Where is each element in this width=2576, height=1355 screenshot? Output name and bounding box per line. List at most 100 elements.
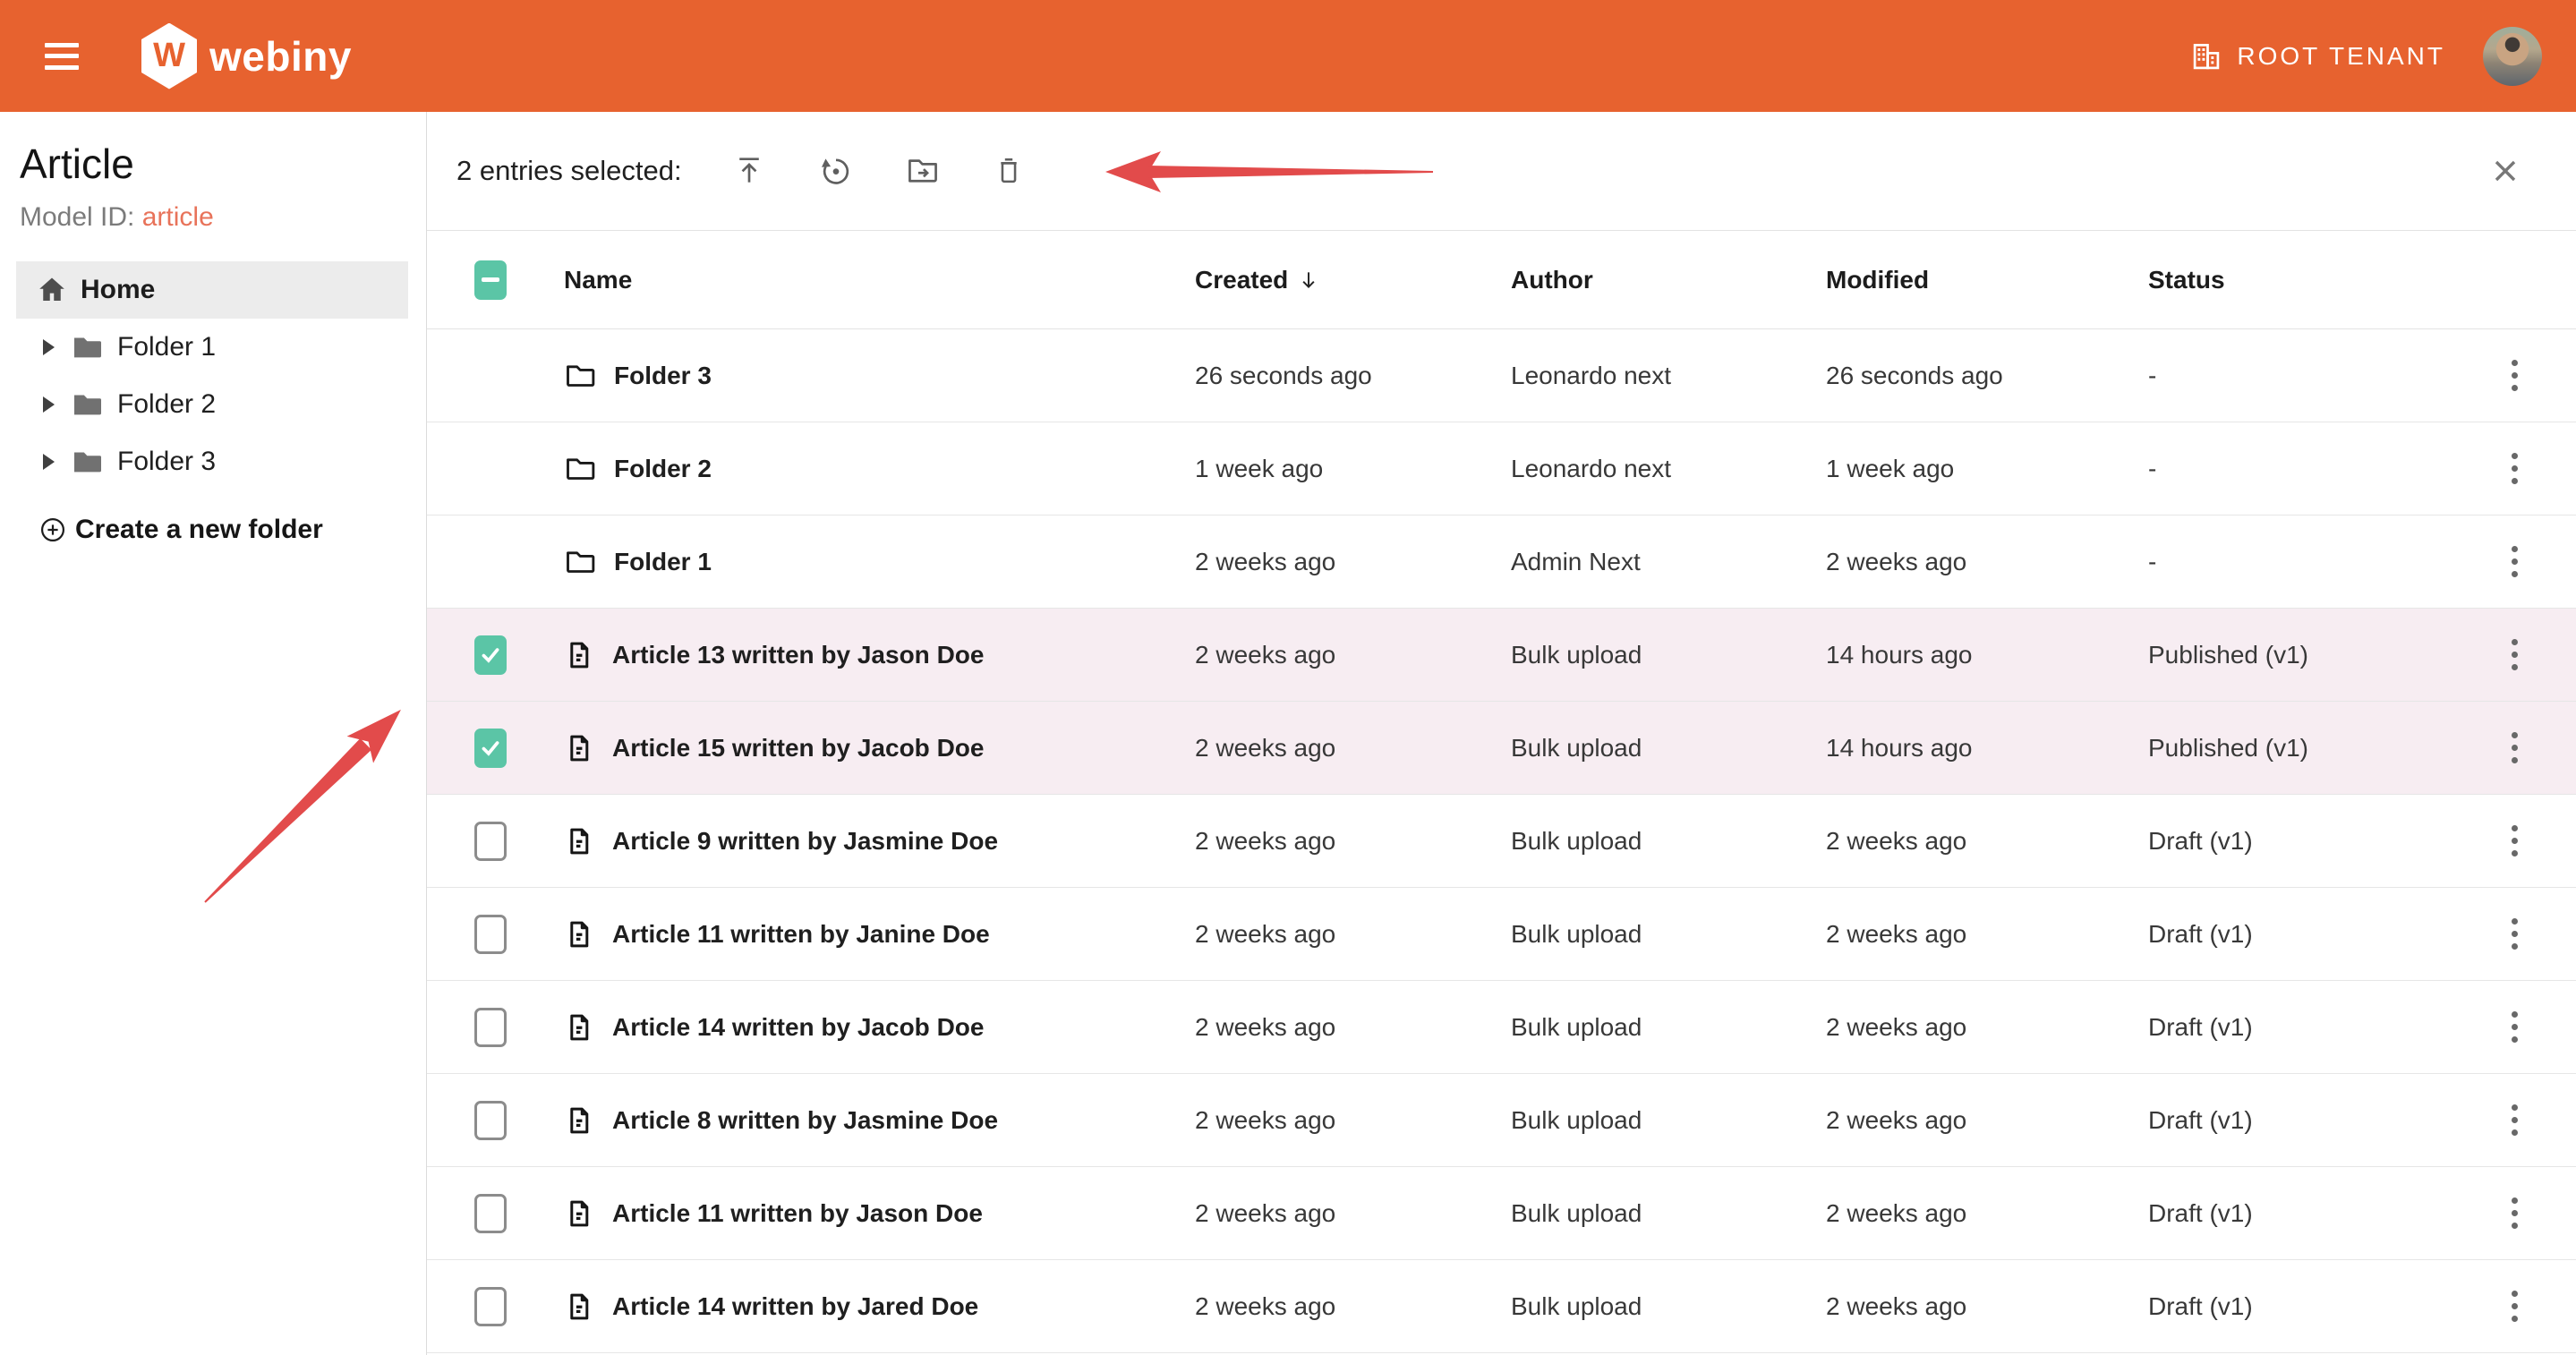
table-row[interactable]: Folder 1 2 weeks ago Admin Next 2 weeks … bbox=[427, 516, 2576, 609]
tenant-label: ROOT TENANT bbox=[2237, 42, 2445, 71]
table-row[interactable]: Article 11 written by Janine Doe 2 weeks… bbox=[427, 888, 2576, 981]
row-author: Bulk upload bbox=[1511, 1013, 1826, 1042]
row-menu-button[interactable] bbox=[2506, 447, 2523, 490]
table-row[interactable]: Article 11 written by Jason Doe 2 weeks … bbox=[427, 1167, 2576, 1260]
webiny-logo-icon[interactable]: W bbox=[141, 23, 197, 89]
menu-icon[interactable] bbox=[45, 43, 79, 70]
row-name: Article 13 written by Jason Doe bbox=[612, 641, 984, 669]
sidebar-item-folder-2[interactable]: Folder 2 bbox=[0, 376, 426, 433]
row-menu-button[interactable] bbox=[2506, 1006, 2523, 1048]
table-row[interactable]: Folder 2 1 week ago Leonardo next 1 week… bbox=[427, 422, 2576, 516]
row-status: - bbox=[2148, 455, 2452, 483]
table-row[interactable]: Article 15 written by Jacob Doe 2 weeks … bbox=[427, 702, 2576, 795]
row-checkbox[interactable] bbox=[474, 1008, 507, 1047]
folder-icon bbox=[564, 453, 596, 485]
row-checkbox[interactable] bbox=[474, 635, 507, 675]
table-row[interactable]: Article 9 written by Jasmine Doe 2 weeks… bbox=[427, 795, 2576, 888]
row-created: 2 weeks ago bbox=[1195, 1292, 1511, 1321]
folder-icon bbox=[564, 360, 596, 392]
row-checkbox[interactable] bbox=[474, 729, 507, 768]
publish-icon bbox=[732, 154, 766, 188]
sidebar-item-folder-3[interactable]: Folder 3 bbox=[0, 433, 426, 490]
row-modified: 2 weeks ago bbox=[1826, 1199, 2148, 1228]
model-id-value[interactable]: article bbox=[142, 202, 214, 232]
row-checkbox[interactable] bbox=[474, 822, 507, 861]
row-created: 2 weeks ago bbox=[1195, 1199, 1511, 1228]
row-status: Draft (v1) bbox=[2148, 1013, 2452, 1042]
row-modified: 2 weeks ago bbox=[1826, 1013, 2148, 1042]
row-name: Article 11 written by Janine Doe bbox=[612, 920, 990, 949]
folder-tree: Folder 1 Folder 2 Folder 3 bbox=[0, 319, 426, 490]
file-icon bbox=[564, 639, 594, 671]
close-selection-button[interactable] bbox=[2490, 156, 2521, 186]
row-modified: 2 weeks ago bbox=[1826, 827, 2148, 856]
entries-panel: 2 entries selected: bbox=[427, 112, 2576, 1355]
row-menu-button[interactable] bbox=[2506, 1285, 2523, 1327]
row-name: Article 14 written by Jacob Doe bbox=[612, 1013, 984, 1042]
chevron-right-icon[interactable] bbox=[43, 339, 55, 355]
create-folder-button[interactable]: Create a new folder bbox=[0, 501, 323, 558]
publish-button[interactable] bbox=[732, 154, 766, 188]
row-status: Published (v1) bbox=[2148, 641, 2452, 669]
delete-button[interactable] bbox=[993, 154, 1025, 188]
bulk-actions-toolbar: 2 entries selected: bbox=[427, 112, 2576, 231]
sidebar-item-home[interactable]: Home bbox=[16, 261, 408, 319]
column-header-modified[interactable]: Modified bbox=[1826, 266, 2148, 294]
row-menu-button[interactable] bbox=[2506, 634, 2523, 676]
sidebar: Article Model ID: article Home Folder 1 bbox=[0, 112, 427, 1355]
chevron-right-icon[interactable] bbox=[43, 454, 55, 470]
row-modified: 14 hours ago bbox=[1826, 641, 2148, 669]
row-name: Article 11 written by Jason Doe bbox=[612, 1199, 983, 1228]
column-header-created[interactable]: Created bbox=[1195, 266, 1511, 294]
tenant-switcher[interactable]: ROOT TENANT bbox=[2190, 40, 2445, 72]
file-icon bbox=[564, 825, 594, 857]
row-author: Bulk upload bbox=[1511, 1199, 1826, 1228]
row-menu-button[interactable] bbox=[2506, 913, 2523, 955]
sidebar-item-folder-1[interactable]: Folder 1 bbox=[0, 319, 426, 376]
top-app-bar: W webiny ROOT TENANT bbox=[0, 0, 2576, 112]
row-status: - bbox=[2148, 362, 2452, 390]
row-author: Admin Next bbox=[1511, 548, 1826, 576]
table-row[interactable]: Article 13 written by Jason Doe 2 weeks … bbox=[427, 609, 2576, 702]
column-header-status[interactable]: Status bbox=[2148, 266, 2452, 294]
folder-icon bbox=[564, 546, 596, 578]
row-checkbox[interactable] bbox=[474, 915, 507, 954]
row-menu-button[interactable] bbox=[2506, 541, 2523, 583]
row-status: Draft (v1) bbox=[2148, 1292, 2452, 1321]
row-menu-button[interactable] bbox=[2506, 727, 2523, 769]
avatar[interactable] bbox=[2483, 27, 2542, 86]
row-status: Draft (v1) bbox=[2148, 1106, 2452, 1135]
file-icon bbox=[564, 918, 594, 950]
row-modified: 2 weeks ago bbox=[1826, 548, 2148, 576]
row-checkbox[interactable] bbox=[474, 1287, 507, 1326]
folder-icon bbox=[70, 388, 106, 421]
chevron-right-icon[interactable] bbox=[43, 396, 55, 413]
row-modified: 14 hours ago bbox=[1826, 734, 2148, 763]
table-row[interactable]: Article 14 written by Jacob Doe 2 weeks … bbox=[427, 981, 2576, 1074]
row-menu-button[interactable] bbox=[2506, 820, 2523, 862]
row-menu-button[interactable] bbox=[2506, 1099, 2523, 1141]
select-all-checkbox[interactable] bbox=[474, 260, 507, 300]
row-author: Bulk upload bbox=[1511, 734, 1826, 763]
row-created: 1 week ago bbox=[1195, 455, 1511, 483]
move-to-folder-button[interactable] bbox=[906, 154, 940, 188]
table-row[interactable]: Article 14 written by Jared Doe 2 weeks … bbox=[427, 1260, 2576, 1353]
row-checkbox[interactable] bbox=[474, 1101, 507, 1140]
table-row[interactable]: Article 8 written by Jasmine Doe 2 weeks… bbox=[427, 1074, 2576, 1167]
file-icon bbox=[564, 1011, 594, 1044]
column-header-name[interactable]: Name bbox=[564, 266, 1195, 294]
row-menu-button[interactable] bbox=[2506, 1192, 2523, 1234]
row-created: 2 weeks ago bbox=[1195, 827, 1511, 856]
row-author: Bulk upload bbox=[1511, 827, 1826, 856]
row-status: Draft (v1) bbox=[2148, 920, 2452, 949]
selected-count-text: 2 entries selected: bbox=[456, 155, 682, 187]
row-created: 2 weeks ago bbox=[1195, 1013, 1511, 1042]
row-name: Folder 1 bbox=[614, 548, 712, 576]
column-header-author[interactable]: Author bbox=[1511, 266, 1826, 294]
row-menu-button[interactable] bbox=[2506, 354, 2523, 396]
table-row[interactable]: Folder 3 26 seconds ago Leonardo next 26… bbox=[427, 329, 2576, 422]
row-checkbox[interactable] bbox=[474, 1194, 507, 1233]
unpublish-restore-button[interactable] bbox=[819, 154, 853, 188]
row-created: 2 weeks ago bbox=[1195, 734, 1511, 763]
sort-desc-icon bbox=[1297, 268, 1320, 292]
